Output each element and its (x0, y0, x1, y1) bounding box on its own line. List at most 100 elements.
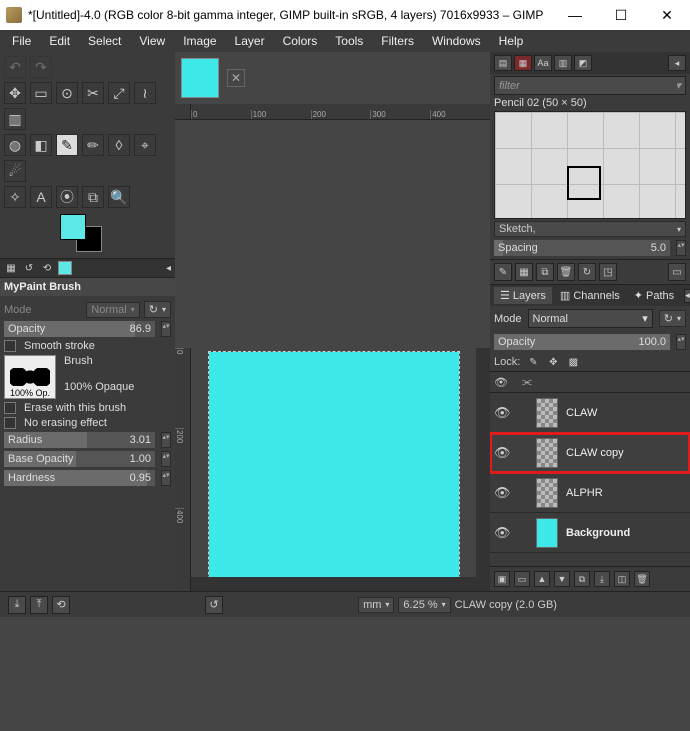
brush-preview[interactable]: 100% Op. (4, 355, 56, 399)
tool-undo-history-icon[interactable]: ↶ (4, 56, 26, 78)
layer-merge-icon[interactable]: ⤓ (594, 571, 610, 587)
tool-gradient-icon[interactable]: ◧ (30, 134, 52, 156)
tool-redo-icon[interactable]: ↷ (30, 56, 52, 78)
tab-brushes-icon[interactable]: ▤ (494, 55, 512, 71)
tab-tool-options-icon[interactable]: ▦ (4, 261, 18, 275)
hardness-slider[interactable]: Hardness 0.95 (4, 470, 155, 486)
close-button[interactable]: ✕ (644, 0, 690, 30)
eye-icon[interactable]: 👁 (494, 405, 510, 421)
eye-icon[interactable]: 👁 (494, 485, 510, 501)
brush-new-icon[interactable]: ▦ (515, 263, 533, 281)
tab-paths[interactable]: ✦Paths (628, 287, 680, 304)
brush-grid[interactable] (494, 111, 686, 219)
tab-layers[interactable]: ☰Layers (494, 287, 552, 304)
fg-color-swatch[interactable] (60, 214, 86, 240)
layer-thumbnail[interactable] (536, 518, 558, 548)
spacing-spinner[interactable]: ▴▾ (676, 240, 686, 256)
tool-flip-icon[interactable]: ▥ (4, 108, 26, 130)
menu-tools[interactable]: Tools (327, 31, 371, 51)
scrollbar-vertical[interactable] (476, 348, 490, 592)
menu-image[interactable]: Image (175, 31, 224, 51)
menu-layer[interactable]: Layer (227, 31, 273, 51)
reset-tool-icon[interactable]: ↺ (205, 596, 223, 614)
tool-rotate-icon[interactable]: ⤢ (108, 82, 130, 104)
baseopacity-slider[interactable]: Base Opacity 1.00 (4, 451, 155, 467)
tool-measure-icon[interactable]: ⧉ (82, 186, 104, 208)
layer-row[interactable]: 👁CLAW copy (490, 433, 690, 473)
menu-colors[interactable]: Colors (275, 31, 326, 51)
hardness-spinner[interactable]: ▴▾ (161, 470, 171, 486)
ruler-corner[interactable] (175, 104, 191, 120)
lock-position-icon[interactable]: ✥ (546, 355, 560, 369)
brush-delete-icon[interactable]: 🗑 (557, 263, 575, 281)
dock-menu-icon[interactable]: ◂ (166, 263, 171, 274)
image-tab-close-icon[interactable]: ✕ (227, 69, 245, 87)
layer-name[interactable]: CLAW (566, 407, 686, 419)
radius-slider[interactable]: Radius 3.01 (4, 432, 155, 448)
brush-refresh-icon[interactable]: ↻ (578, 263, 596, 281)
menu-edit[interactable]: Edit (41, 31, 78, 51)
dock-menu-icon[interactable]: ◂ (684, 289, 690, 303)
spacing-slider[interactable]: Spacing 5.0 (494, 240, 670, 256)
lock-alpha-icon[interactable]: ▩ (566, 355, 580, 369)
layer-opacity-spinner[interactable]: ▴▾ (676, 334, 686, 350)
ruler-horizontal[interactable]: 0 100 200 300 400 (191, 104, 490, 120)
layer-row[interactable]: 👁Background (490, 513, 690, 553)
menu-file[interactable]: File (4, 31, 39, 51)
tab-patterns-icon[interactable]: ▦ (514, 55, 532, 71)
tool-rect-select-icon[interactable]: ▭ (30, 82, 52, 104)
layer-thumbnail[interactable] (536, 398, 558, 428)
brush-edit-icon[interactable]: ✎ (494, 263, 512, 281)
menu-filters[interactable]: Filters (373, 31, 422, 51)
layer-name[interactable]: Background (566, 527, 686, 539)
image-tab-thumbnail[interactable] (181, 58, 219, 98)
ruler-vertical[interactable]: 0 200 400 (175, 348, 191, 592)
tab-history-icon[interactable]: ▥ (554, 55, 572, 71)
tab-device-status-icon[interactable]: ↺ (22, 261, 36, 275)
layer-thumbnail[interactable] (536, 438, 558, 468)
tool-smudge-icon[interactable]: ☄ (4, 160, 26, 182)
brush-filter-input[interactable]: filter ▾ (494, 76, 686, 95)
tool-text-icon[interactable]: A (30, 186, 52, 208)
restore-preset-icon[interactable]: ⤒ (30, 596, 48, 614)
layer-group-icon[interactable]: ▭ (514, 571, 530, 587)
canvas-image[interactable]: ALPHR (209, 352, 459, 578)
tool-move-icon[interactable]: ✥ (4, 82, 26, 104)
brush-tag-select[interactable]: Sketch,▾ (494, 221, 686, 237)
tool-crop-icon[interactable]: ✂ (82, 82, 104, 104)
mode-select[interactable]: Normal▾ (86, 302, 139, 318)
layer-new-icon[interactable]: ▣ (494, 571, 510, 587)
minimize-button[interactable]: — (552, 0, 598, 30)
brush-personal-icon[interactable]: ◳ (599, 263, 617, 281)
tool-path-icon[interactable]: ✧ (4, 186, 26, 208)
save-preset-icon[interactable]: ⤓ (8, 596, 26, 614)
tab-colors-icon[interactable] (58, 261, 72, 275)
maximize-button[interactable]: ☐ (598, 0, 644, 30)
dock-menu-icon[interactable]: ◂ (668, 55, 686, 71)
tab-gradients-icon[interactable]: ◩ (574, 55, 592, 71)
menu-view[interactable]: View (131, 31, 173, 51)
layer-mask-icon[interactable]: ◫ (614, 571, 630, 587)
tool-eraser-icon[interactable]: ◊ (108, 134, 130, 156)
delete-preset-icon[interactable]: ⟲ (52, 596, 70, 614)
unit-select[interactable]: mm▾ (358, 597, 394, 613)
menu-select[interactable]: Select (80, 31, 129, 51)
layer-up-icon[interactable]: ▲ (534, 571, 550, 587)
tab-undo-history-icon[interactable]: ⟲ (40, 261, 54, 275)
tool-warp-icon[interactable]: ≀ (134, 82, 156, 104)
erase-checkbox[interactable] (4, 402, 16, 414)
layer-name[interactable]: CLAW copy (566, 447, 686, 459)
tool-clone-icon[interactable]: ⌖ (134, 134, 156, 156)
layer-mode-select[interactable]: Normal▾ (528, 309, 653, 328)
radius-spinner[interactable]: ▴▾ (161, 432, 171, 448)
tool-zoom-icon[interactable]: 🔍 (108, 186, 130, 208)
layer-mode-reset-button[interactable]: ↻▾ (659, 310, 686, 327)
lock-pixels-icon[interactable]: ✎ (526, 355, 540, 369)
tool-bucket-icon[interactable]: ◍ (4, 134, 26, 156)
canvas[interactable]: ALPHR (191, 348, 476, 578)
tab-fonts-icon[interactable]: Aa (534, 55, 552, 71)
tab-channels[interactable]: ▥Channels (554, 287, 626, 304)
fg-bg-colors[interactable] (60, 214, 110, 254)
baseopacity-spinner[interactable]: ▴▾ (161, 451, 171, 467)
tool-pencil-icon[interactable]: ✏ (82, 134, 104, 156)
